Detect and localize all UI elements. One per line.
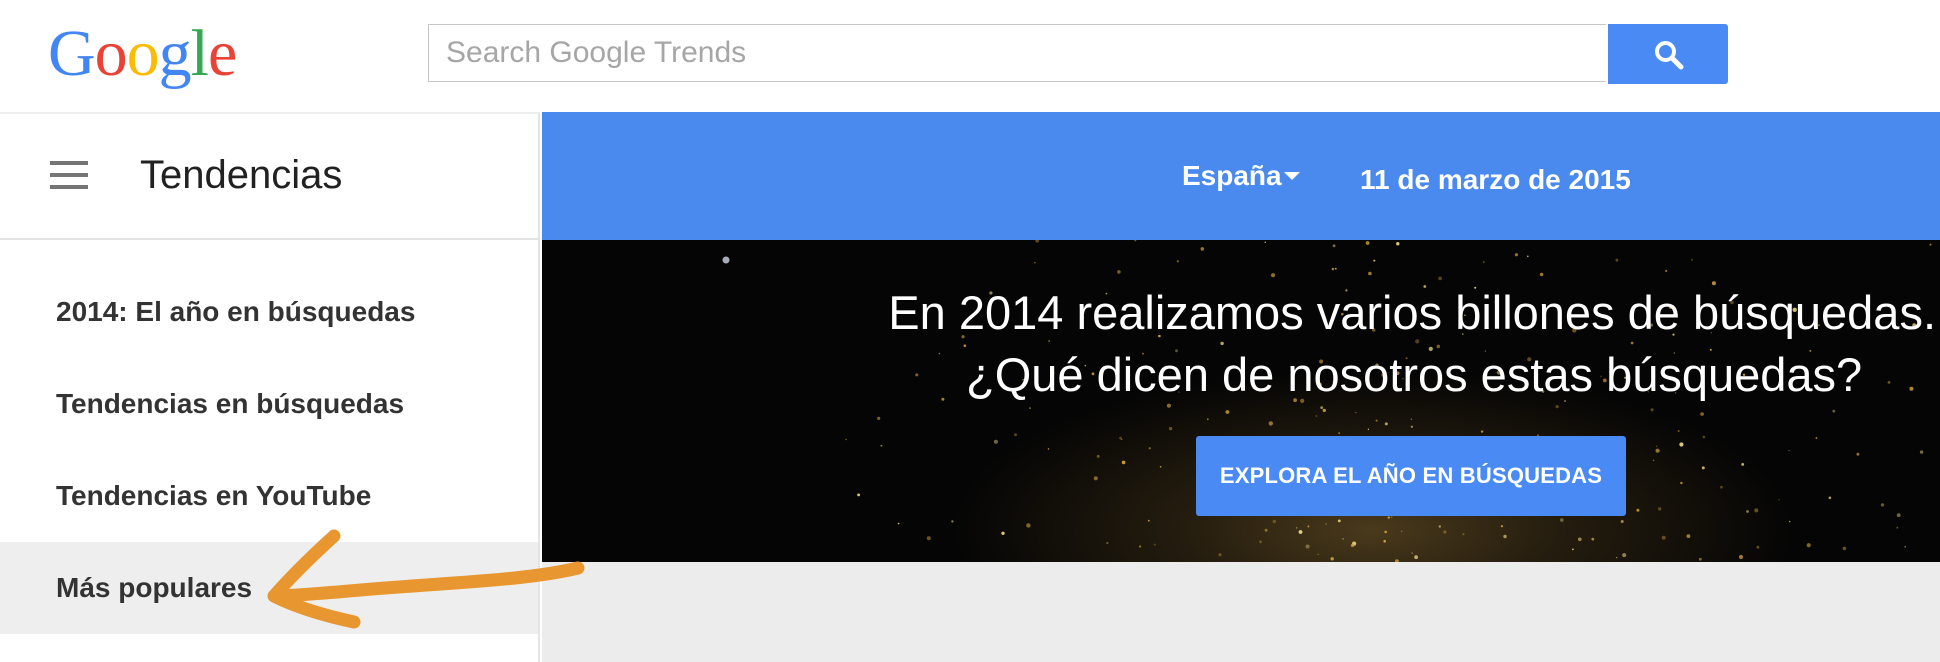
sidebar-item-label: Más populares <box>56 572 253 603</box>
logo-letter: o <box>94 17 128 90</box>
logo-letter: e <box>208 17 237 90</box>
sidebar-item-label: Tendencias en búsquedas <box>56 388 405 419</box>
country-value: España <box>1182 160 1282 191</box>
hero-subheadline: ¿Qué dicen de nosotros estas búsquedas? <box>966 348 1863 401</box>
date-label: 11 de marzo de 2015 <box>1360 164 1631 195</box>
logo-letter: g <box>158 17 192 90</box>
sidebar-item-search-trends[interactable]: Tendencias en búsquedas <box>0 358 538 450</box>
sidebar: Tendencias 2014: El año en búsquedas Ten… <box>0 112 540 662</box>
sidebar-item-most-popular[interactable]: Más populares <box>0 542 538 634</box>
sidebar-title: Tendencias <box>140 153 343 197</box>
hamburger-menu-icon[interactable] <box>50 161 88 191</box>
hero-banner: En 2014 realizamos varios billones de bú… <box>542 240 1940 562</box>
sidebar-item-label: Tendencias en YouTube <box>56 480 372 511</box>
search-box <box>428 24 1606 82</box>
magnifier-icon <box>1655 41 1684 70</box>
main-content: España 11 de marzo de 2015 En 2014 reali… <box>542 112 1940 662</box>
sidebar-item-label: 2014: El año en búsquedas <box>56 296 416 327</box>
explore-year-button[interactable]: EXPLORA EL AÑO EN BÚSQUEDAS <box>1196 436 1626 516</box>
search-button[interactable] <box>1608 24 1728 84</box>
logo-letter: l <box>190 17 209 90</box>
hero-headline: En 2014 realizamos varios billones de bú… <box>888 286 1936 339</box>
filter-bar: España 11 de marzo de 2015 <box>542 112 1940 240</box>
logo-letter: o <box>126 17 160 90</box>
google-logo[interactable]: Google <box>48 14 237 94</box>
search-input[interactable] <box>429 25 1606 81</box>
logo-letter: G <box>48 17 96 90</box>
sidebar-header: Tendencias <box>0 114 538 240</box>
country-dropdown[interactable]: España <box>1182 158 1300 194</box>
sidebar-item-year-in-search[interactable]: 2014: El año en búsquedas <box>0 266 538 358</box>
top-bar: Google <box>0 0 1940 112</box>
caret-down-icon <box>1284 172 1300 180</box>
sidebar-item-youtube-trends[interactable]: Tendencias en YouTube <box>0 450 538 542</box>
